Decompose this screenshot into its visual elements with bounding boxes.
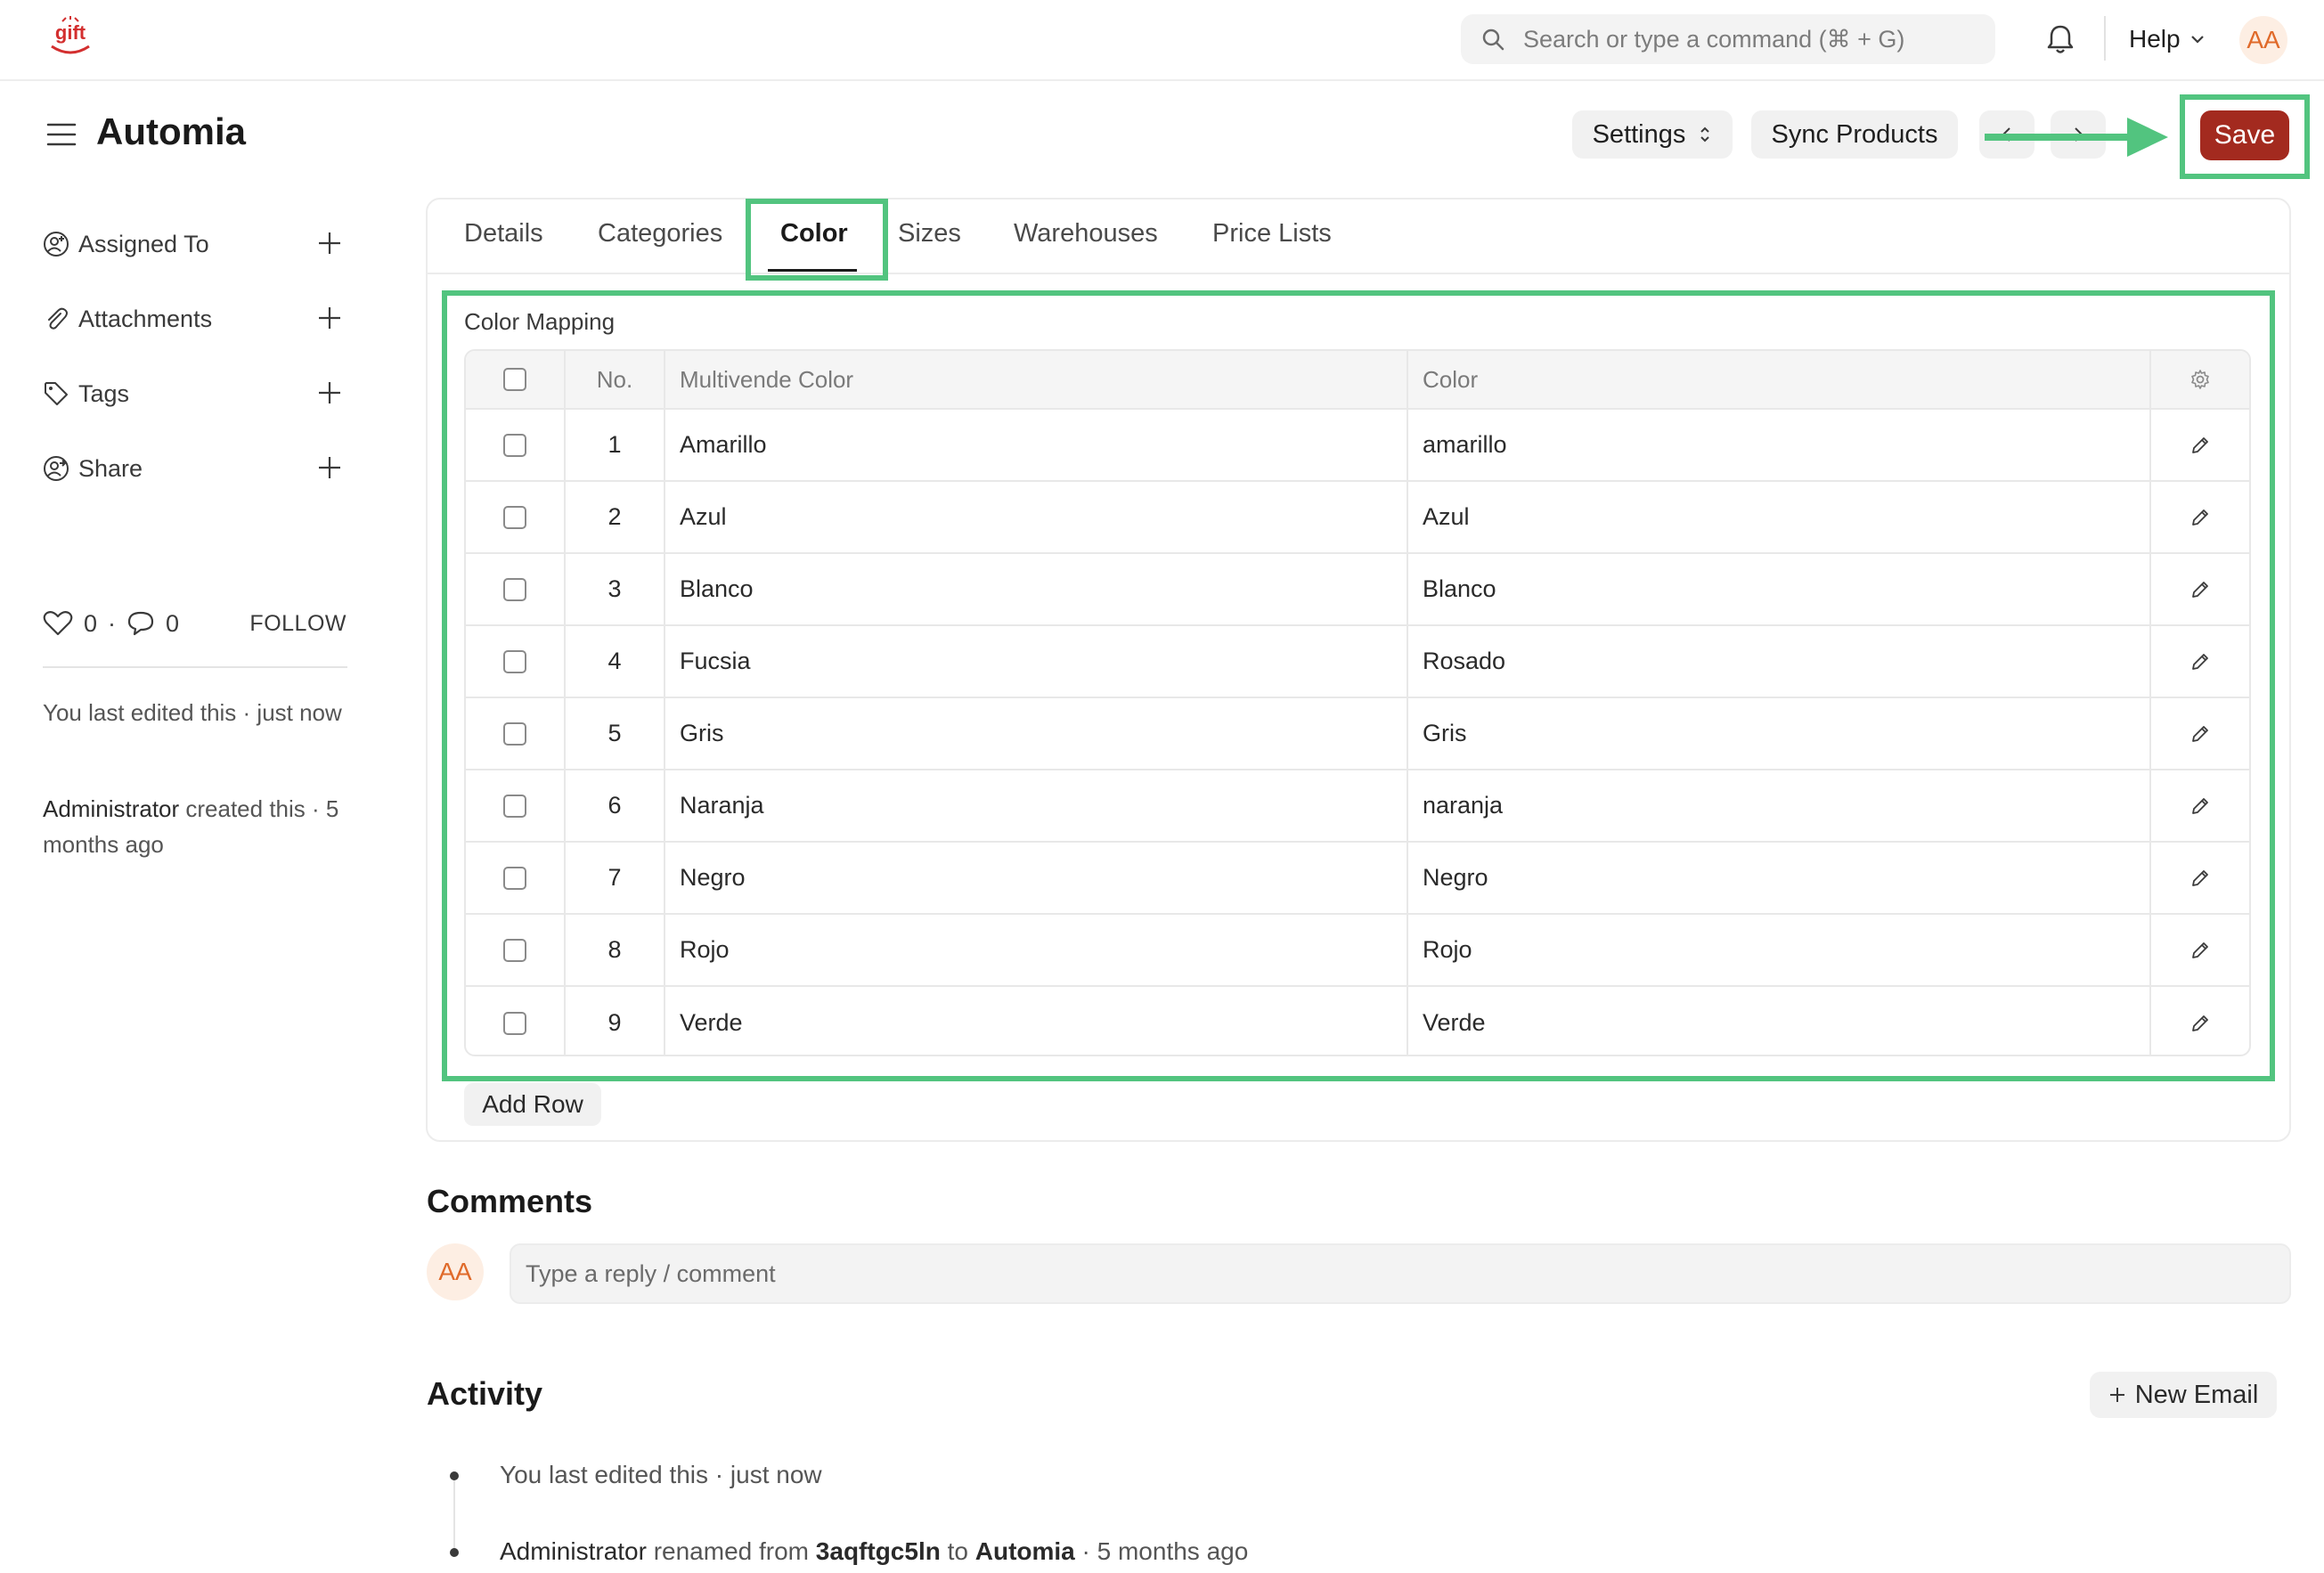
notification-bell-icon[interactable] [2045,23,2075,55]
share-user-icon [44,456,69,481]
table-highlight-box [442,290,2275,1081]
sidebar-item-attachments[interactable]: Attachments [43,299,350,338]
activity-actor[interactable]: Administrator [500,1537,647,1565]
comments-count: 0 [166,609,180,637]
activity-text: to [940,1537,975,1565]
sidebar-item-assigned-to[interactable]: Assigned To [43,224,350,264]
gift-logo[interactable]: gift [45,16,96,61]
timeline-dot [450,1471,459,1480]
plus-icon[interactable] [316,379,343,406]
comments-heading: Comments [427,1183,593,1219]
activity-text: renamed from [646,1537,816,1565]
comment-icon[interactable] [126,610,155,637]
comment-avatar: AA [427,1243,484,1300]
svg-text:gift: gift [55,21,86,44]
search-input[interactable] [1523,14,1977,64]
tab-sizes[interactable]: Sizes [898,219,961,255]
plus-icon[interactable] [316,305,343,331]
comment-input[interactable] [510,1243,2291,1304]
chevron-down-icon [2190,36,2204,44]
separator-dot: · [108,609,117,637]
top-navbar: gift Help AA [0,0,2324,81]
save-highlight-box [2180,94,2310,179]
sidebar-divider [43,666,347,668]
navbar-divider [2104,16,2106,61]
activity-heading: Activity [427,1375,543,1412]
paperclip-icon [48,307,68,330]
sidebar-item-share[interactable]: Share [43,449,350,488]
sidebar-item-tags[interactable]: Tags [43,374,350,413]
sync-products-button[interactable]: Sync Products [1751,110,1958,159]
tag-icon [45,382,68,405]
hamburger-menu-icon[interactable] [46,121,77,148]
up-down-chevron-icon [1700,126,1710,143]
tabs-divider [428,273,2289,274]
annotation-arrow-icon [1985,118,2168,157]
heart-icon[interactable] [43,610,73,637]
search-icon [1482,29,1504,51]
tab-categories[interactable]: Categories [598,219,722,255]
activity-item: You last edited this · just now [500,1461,822,1488]
activity-time: · 5 months ago [1074,1537,1249,1565]
created-by-user[interactable]: Administrator [43,795,179,822]
activity-old-name: 3aqftgc5ln [815,1537,941,1565]
created-by-text: Administrator created this · 5 months ag… [43,791,346,862]
help-dropdown[interactable]: Help [2129,20,2206,59]
new-email-label: New Email [2134,1380,2259,1409]
sidebar-item-label: Tags [78,379,130,407]
new-email-button[interactable]: New Email [2090,1372,2277,1418]
sidebar-item-label: Assigned To [78,230,209,257]
tab-highlight-box [746,199,888,281]
plus-icon [2109,1388,2124,1402]
timeline-line [453,1479,455,1550]
plus-icon[interactable] [316,454,343,481]
user-add-icon [44,232,69,257]
tab-price-lists[interactable]: Price Lists [1212,219,1332,255]
sidebar-item-label: Attachments [78,305,213,332]
tab-details[interactable]: Details [464,219,543,255]
last-edited-text: You last edited this · just now [43,699,342,726]
follow-button[interactable]: FOLLOW [249,611,347,637]
help-label: Help [2129,25,2181,53]
user-avatar[interactable]: AA [2239,16,2287,64]
search-bar[interactable] [1461,14,1995,64]
likes-comments-bar: 0 · 0 FOLLOW [43,606,350,641]
tab-warehouses[interactable]: Warehouses [1014,219,1158,255]
page-title: Automia [96,110,246,152]
sidebar-item-label: Share [78,454,143,482]
settings-button[interactable]: Settings [1572,110,1733,159]
timeline-dot [450,1548,459,1557]
activity-new-name: Automia [974,1537,1075,1565]
likes-count: 0 [84,609,98,637]
settings-label: Settings [1592,119,1686,149]
activity-item: Administrator renamed from 3aqftgc5ln to… [500,1537,1248,1566]
plus-icon[interactable] [316,230,343,257]
add-row-button[interactable]: Add Row [464,1083,601,1126]
